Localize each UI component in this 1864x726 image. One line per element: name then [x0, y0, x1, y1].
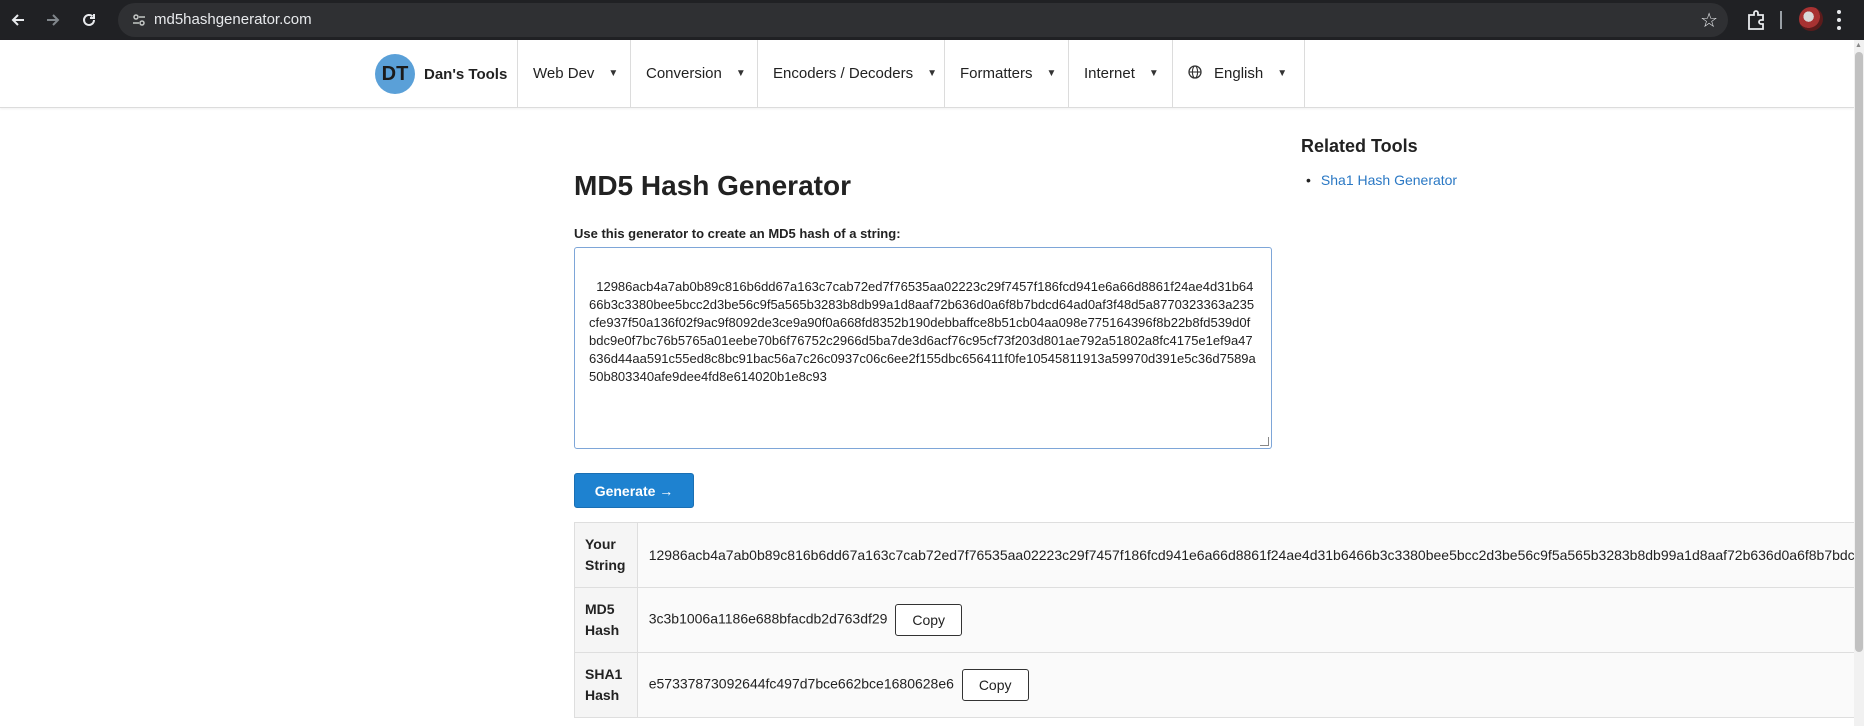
brand-link[interactable]: DT Dan's Tools [375, 54, 507, 94]
sha1-value: e57337873092644fc497d7bce662bce1680628e6 [648, 675, 954, 692]
scroll-up-icon[interactable]: ▲ [1855, 42, 1862, 49]
table-row: MD5 Hash 3c3b1006a1186e688bfacdb2d763df2… [574, 587, 1864, 653]
caret-down-icon: ▼ [735, 68, 746, 79]
brand-name: Dan's Tools [424, 65, 508, 83]
nav-item-label: Encoders / Decoders [773, 65, 914, 82]
nav-item-label: Internet [1084, 65, 1135, 82]
nav-item-label: Formatters [960, 65, 1033, 82]
reload-icon[interactable] [75, 6, 103, 34]
nav-encoders-decoders[interactable]: Encoders / Decoders ▼ [757, 40, 944, 107]
site-info-icon[interactable] [130, 11, 148, 29]
caret-down-icon: ▼ [1277, 68, 1288, 79]
back-arrow-icon[interactable] [4, 6, 32, 34]
caret-down-icon: ▼ [608, 68, 619, 79]
nav-item-label: Conversion [646, 65, 722, 82]
resize-handle-icon[interactable] [1260, 437, 1269, 446]
url-text: md5hashgenerator.com [154, 11, 312, 28]
nav-web-dev[interactable]: Web Dev ▼ [517, 40, 630, 107]
forward-arrow-icon[interactable] [39, 6, 67, 34]
address-bar[interactable]: md5hashgenerator.com ☆ [118, 3, 1728, 37]
extensions-icon[interactable] [1745, 9, 1767, 31]
string-input-value: 12986acb4a7ab0b89c816b6dd67a163c7cab72ed… [589, 279, 1256, 384]
caret-down-icon: ▼ [1148, 68, 1159, 79]
md5-cell: 3c3b1006a1186e688bfacdb2d763df29 Copy [636, 587, 1864, 653]
more-menu-icon[interactable] [1836, 8, 1842, 32]
page-scrollbar[interactable]: ▲ [1854, 40, 1864, 726]
copy-sha1-button[interactable]: Copy [961, 669, 1029, 701]
page-title: MD5 Hash Generator [574, 170, 851, 201]
generate-button[interactable]: Generate → [574, 473, 694, 508]
md5-label: MD5 Hash [574, 587, 638, 653]
brand-logo: DT [375, 54, 415, 94]
profile-avatar[interactable] [1799, 7, 1823, 31]
related-tools-list: Sha1 Hash Generator [1306, 172, 1457, 188]
sha1-cell: e57337873092644fc497d7bce662bce1680628e6… [636, 652, 1864, 718]
bookmark-star-icon[interactable]: ☆ [1700, 8, 1718, 33]
nav-internet[interactable]: Internet ▼ [1068, 40, 1172, 107]
table-row: SHA1 Hash e57337873092644fc497d7bce662bc… [574, 652, 1864, 718]
table-row: Your String 12986acb4a7ab0b89c816b6dd67a… [574, 522, 1864, 588]
browser-toolbar: md5hashgenerator.com ☆ [0, 0, 1864, 40]
nav-formatters[interactable]: Formatters ▼ [944, 40, 1068, 107]
toolbar-divider [1780, 11, 1782, 29]
your-string-value: 12986acb4a7ab0b89c816b6dd67a163c7cab72ed… [636, 522, 1864, 588]
scrollbar-thumb[interactable] [1855, 52, 1863, 652]
input-label: Use this generator to create an MD5 hash… [574, 226, 901, 241]
nav-language[interactable]: English ▼ [1172, 40, 1305, 107]
your-string-label: Your String [574, 522, 638, 588]
md5-value: 3c3b1006a1186e688bfacdb2d763df29 [648, 610, 888, 627]
sha1-label: SHA1 Hash [574, 652, 638, 718]
copy-md5-button[interactable]: Copy [895, 604, 963, 636]
nav-item-label: Web Dev [533, 65, 595, 82]
results-table: Your String 12986acb4a7ab0b89c816b6dd67a… [574, 522, 1864, 718]
globe-icon [1188, 64, 1202, 83]
language-label: English [1214, 65, 1264, 82]
nav-conversion[interactable]: Conversion ▼ [630, 40, 757, 107]
related-tools-heading: Related Tools [1301, 136, 1418, 156]
site-navbar: DT Dan's Tools Web Dev ▼ Conversion ▼ Enco… [0, 40, 1854, 108]
related-link-sha1[interactable]: Sha1 Hash Generator [1306, 172, 1457, 188]
caret-down-icon: ▼ [927, 68, 937, 79]
string-input[interactable]: 12986acb4a7ab0b89c816b6dd67a163c7cab72ed… [574, 247, 1272, 449]
caret-down-icon: ▼ [1046, 68, 1057, 79]
